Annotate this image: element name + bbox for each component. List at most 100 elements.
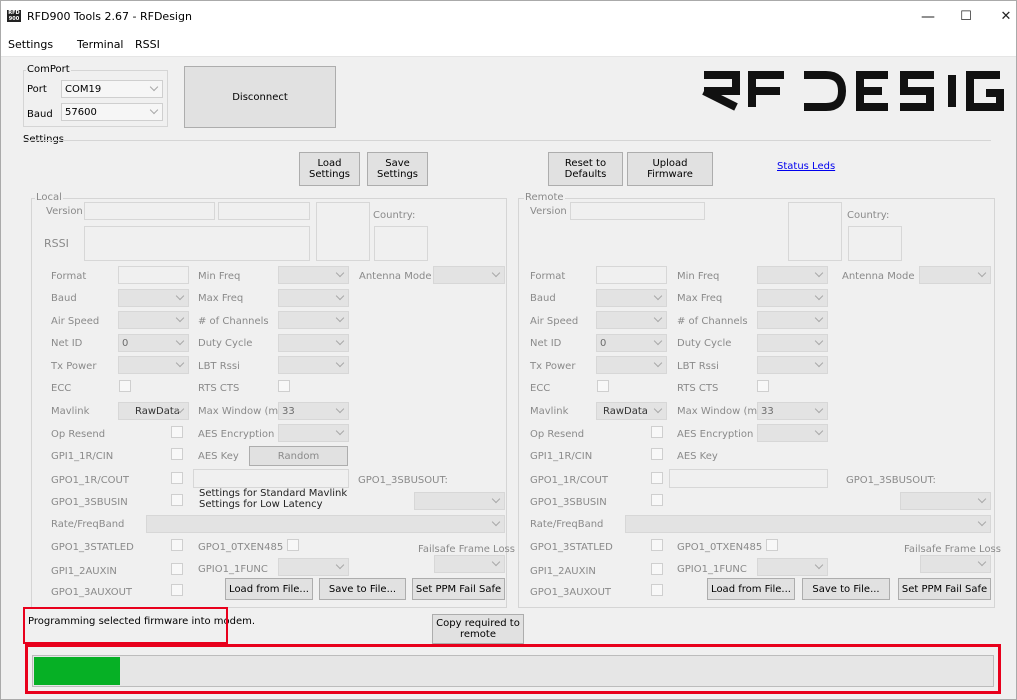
- chevron-down-icon: [977, 557, 987, 567]
- local-mavlink-select[interactable]: RawData: [118, 402, 189, 420]
- local-duty-select[interactable]: [278, 334, 349, 352]
- local-txpower-label: Tx Power: [51, 361, 97, 372]
- remote-rate-select[interactable]: [625, 515, 991, 533]
- remote-antenna-select[interactable]: [919, 266, 991, 284]
- local-baud-label: Baud: [51, 293, 77, 304]
- remote-ppm-button[interactable]: Set PPM Fail Safe: [898, 578, 991, 600]
- local-lbt-label: LBT Rssi: [198, 361, 240, 372]
- local-channels-select[interactable]: [278, 311, 349, 329]
- local-sbusout-select[interactable]: [414, 492, 505, 510]
- remote-ecc-checkbox[interactable]: [597, 380, 609, 392]
- local-func-label: GPIO1_1FUNC: [198, 564, 268, 575]
- local-netid-select[interactable]: 0: [118, 334, 189, 352]
- remote-save-file-button[interactable]: Save to File...: [802, 578, 890, 600]
- local-maxfreq-select[interactable]: [278, 289, 349, 307]
- local-maxwindow-label: Max Window (ms): [198, 406, 288, 417]
- remote-rtscts-label: RTS CTS: [677, 383, 719, 394]
- remote-txen-checkbox[interactable]: [766, 539, 778, 551]
- local-failsafe-select[interactable]: [434, 555, 505, 573]
- remote-txpower-select[interactable]: [596, 356, 667, 374]
- close-button[interactable]: ✕: [986, 5, 1017, 29]
- local-auxin-checkbox[interactable]: [171, 563, 183, 575]
- local-rate-select[interactable]: [146, 515, 505, 533]
- remote-gpo1cout-checkbox[interactable]: [651, 472, 663, 484]
- remote-gpi1-checkbox[interactable]: [651, 448, 663, 460]
- std-mavlink-option[interactable]: Settings for Standard Mavlink: [199, 488, 347, 499]
- minimize-button[interactable]: —: [908, 5, 948, 29]
- local-load-file-button[interactable]: Load from File...: [225, 578, 313, 600]
- remote-minfreq-select[interactable]: [757, 266, 828, 284]
- load-settings-button[interactable]: Load Settings: [299, 152, 360, 186]
- local-gpi1-checkbox[interactable]: [171, 448, 183, 460]
- remote-maxwindow-select[interactable]: 33: [757, 402, 828, 420]
- local-airspeed-select[interactable]: [118, 311, 189, 329]
- disconnect-button[interactable]: Disconnect: [184, 66, 336, 128]
- remote-baud-select[interactable]: [596, 289, 667, 307]
- local-ecc-checkbox[interactable]: [119, 380, 131, 392]
- local-sbusin-checkbox[interactable]: [171, 494, 183, 506]
- chevron-down-icon: [149, 105, 159, 115]
- chevron-down-icon: [653, 313, 663, 323]
- remote-lbt-select[interactable]: [757, 356, 828, 374]
- local-duty-label: Duty Cycle: [198, 338, 253, 349]
- local-group-label: Local: [35, 192, 63, 203]
- chevron-down-icon: [814, 404, 824, 414]
- remote-auxout-checkbox[interactable]: [651, 584, 663, 596]
- remote-failsafe-select[interactable]: [920, 555, 991, 573]
- remote-rtscts-checkbox[interactable]: [757, 380, 769, 392]
- chevron-down-icon: [653, 336, 663, 346]
- local-lbt-select[interactable]: [278, 356, 349, 374]
- remote-country-field: [848, 226, 902, 261]
- local-txpower-select[interactable]: [118, 356, 189, 374]
- local-func-select[interactable]: [278, 558, 349, 576]
- remote-opresend-checkbox[interactable]: [651, 426, 663, 438]
- local-save-file-button[interactable]: Save to File...: [319, 578, 406, 600]
- local-rtscts-checkbox[interactable]: [278, 380, 290, 392]
- local-minfreq-select[interactable]: [278, 266, 349, 284]
- remote-channels-label: # of Channels: [677, 316, 748, 327]
- menu-rssi[interactable]: RSSI: [135, 38, 160, 51]
- local-auxout-checkbox[interactable]: [171, 584, 183, 596]
- local-airspeed-label: Air Speed: [51, 316, 100, 327]
- remote-auxin-checkbox[interactable]: [651, 563, 663, 575]
- remote-aesenc-select[interactable]: [757, 424, 828, 442]
- remote-aeskey-input[interactable]: [669, 469, 828, 488]
- remote-maxfreq-select[interactable]: [757, 289, 828, 307]
- local-sbusin-label: GPO1_3SBUSIN: [51, 497, 128, 508]
- remote-statled-checkbox[interactable]: [651, 539, 663, 551]
- local-gpo1cout-checkbox[interactable]: [171, 472, 183, 484]
- random-key-button[interactable]: Random: [249, 446, 348, 466]
- reset-defaults-button[interactable]: Reset to Defaults: [548, 152, 623, 186]
- local-opresend-checkbox[interactable]: [171, 426, 183, 438]
- upload-firmware-button[interactable]: Upload Firmware: [627, 152, 713, 186]
- remote-channels-select[interactable]: [757, 311, 828, 329]
- local-antenna-select[interactable]: [433, 266, 505, 284]
- remote-load-file-button[interactable]: Load from File...: [707, 578, 795, 600]
- remote-sbusout-label: GPO1_3SBUSOUT:: [846, 475, 936, 486]
- save-settings-button[interactable]: Save Settings: [367, 152, 428, 186]
- remote-func-select[interactable]: [757, 558, 828, 576]
- remote-mavlink-select[interactable]: RawData: [596, 402, 667, 420]
- baud-select[interactable]: 57600: [61, 103, 163, 121]
- remote-sbusout-select[interactable]: [900, 492, 991, 510]
- local-baud-select[interactable]: [118, 289, 189, 307]
- port-select[interactable]: COM19: [61, 80, 163, 98]
- menu-settings[interactable]: Settings: [8, 38, 53, 51]
- title-bar: RFD 900 RFD900 Tools 2.67 - RFDesign — ☐ …: [1, 1, 1016, 33]
- local-aesenc-select[interactable]: [278, 424, 349, 442]
- status-leds-link[interactable]: Status Leds: [777, 161, 835, 172]
- remote-sbusin-checkbox[interactable]: [651, 494, 663, 506]
- copy-to-remote-button[interactable]: Copy required to remote: [432, 614, 524, 644]
- local-maxwindow-select[interactable]: 33: [278, 402, 349, 420]
- menu-terminal[interactable]: Terminal: [77, 38, 124, 51]
- remote-statled-label: GPO1_3STATLED: [530, 542, 613, 553]
- remote-airspeed-select[interactable]: [596, 311, 667, 329]
- local-txen-checkbox[interactable]: [287, 539, 299, 551]
- low-latency-option[interactable]: Settings for Low Latency: [199, 499, 323, 510]
- local-aeskey-input[interactable]: [193, 469, 349, 488]
- remote-netid-select[interactable]: 0: [596, 334, 667, 352]
- local-statled-checkbox[interactable]: [171, 539, 183, 551]
- local-ppm-button[interactable]: Set PPM Fail Safe: [412, 578, 505, 600]
- maximize-button[interactable]: ☐: [946, 5, 986, 29]
- remote-duty-select[interactable]: [757, 334, 828, 352]
